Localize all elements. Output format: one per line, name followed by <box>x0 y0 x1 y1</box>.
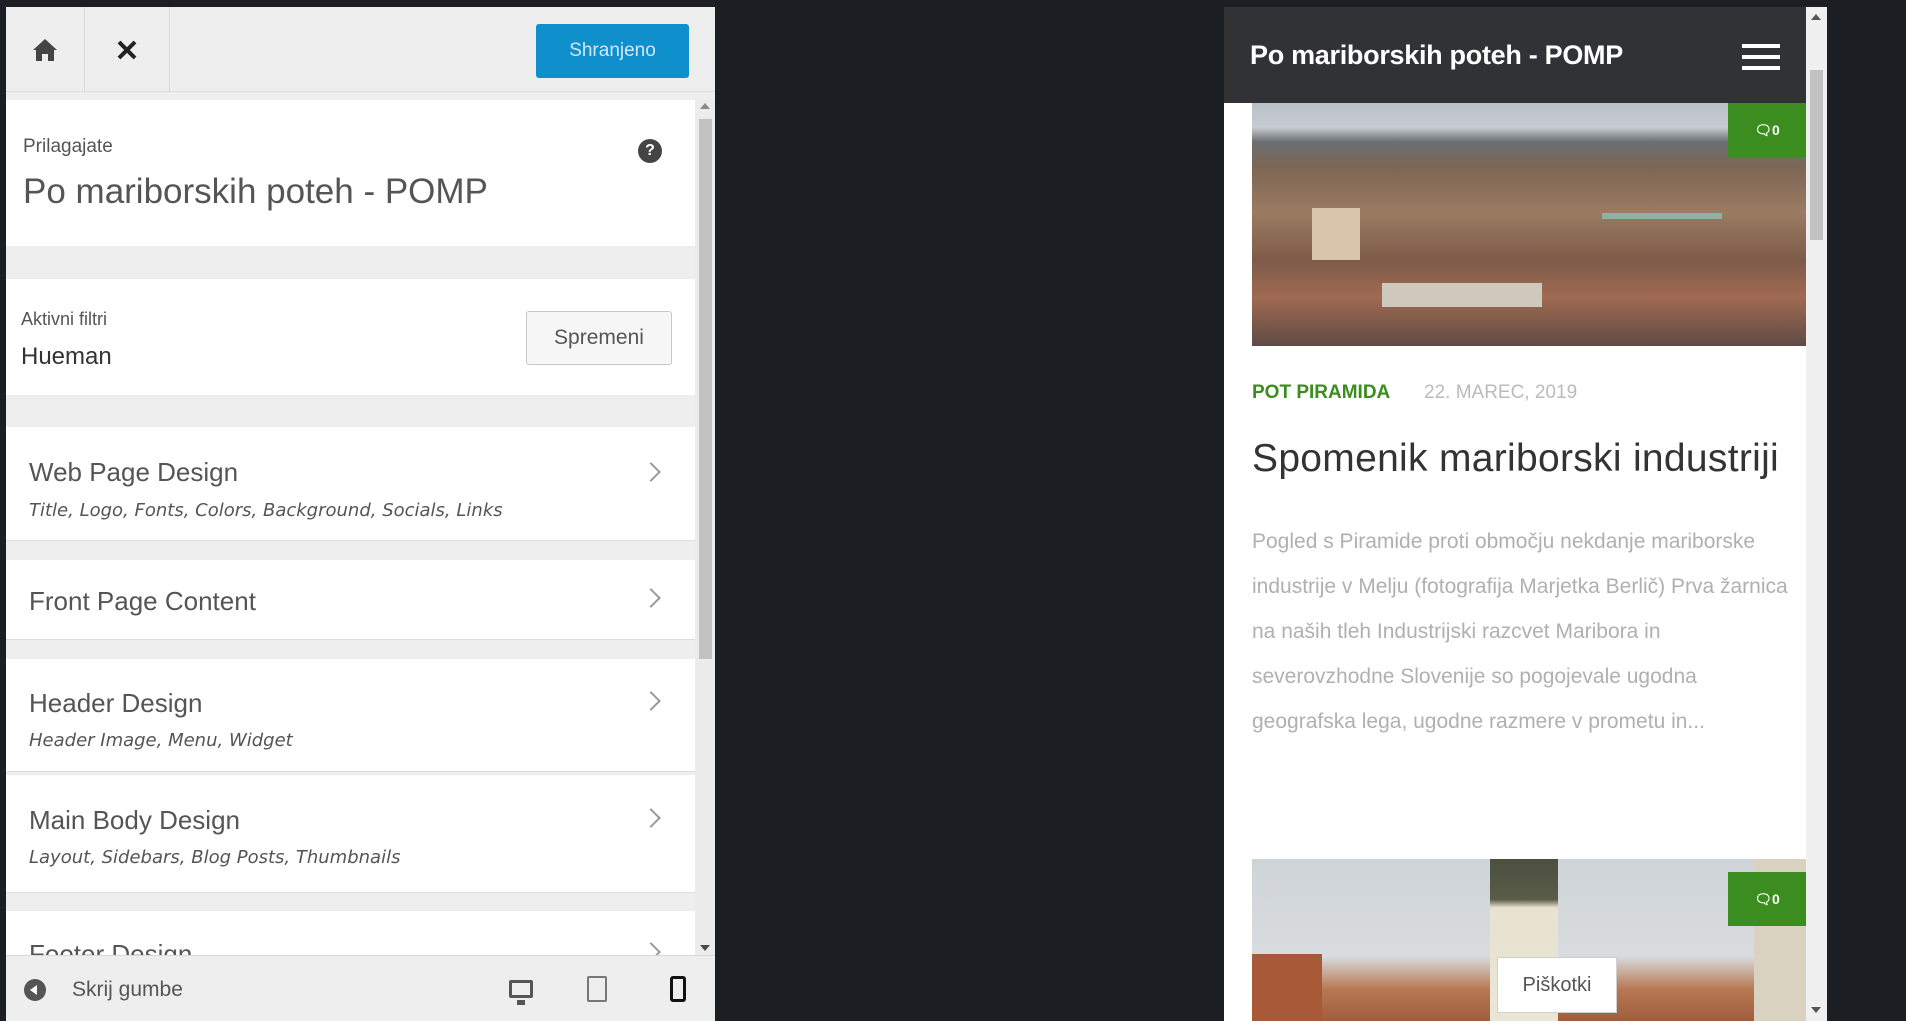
collapse-sidebar-button[interactable]: Skrij gumbe <box>72 978 183 1002</box>
post-excerpt: Pogled s Piramide proti območju nekdanje… <box>1252 530 1788 733</box>
save-button[interactable]: Shranjeno <box>536 24 689 78</box>
close-icon <box>117 40 137 59</box>
comment-count-badge[interactable]: 🗨 0 <box>1728 103 1806 157</box>
section-subtitle: Header Image, Menu, Widget <box>29 730 293 751</box>
scroll-up-arrow-icon[interactable] <box>700 103 710 109</box>
hamburger-menu-icon[interactable] <box>1742 44 1780 70</box>
site-name: Po mariborskih poteh - POMP <box>23 172 488 211</box>
section-front-page-content[interactable]: Front Page Content <box>6 560 695 640</box>
close-button[interactable] <box>85 7 170 92</box>
change-theme-button[interactable]: Spremeni <box>526 311 672 365</box>
desktop-icon[interactable] <box>509 980 533 1005</box>
scroll-up-arrow-icon[interactable] <box>1811 14 1821 20</box>
section-web-page-design[interactable]: Web Page Design Title, Logo, Fonts, Colo… <box>6 427 695 541</box>
chevron-right-icon <box>641 691 661 711</box>
chevron-right-icon <box>641 808 661 828</box>
section-main-body-design[interactable]: Main Body Design Layout, Sidebars, Blog … <box>6 775 695 893</box>
active-theme-name: Hueman <box>21 343 112 370</box>
customizing-label: Prilagajate <box>23 136 113 157</box>
cookie-button[interactable]: Piškotki <box>1497 957 1617 1013</box>
section-footer-design[interactable]: Footer Design <box>6 911 695 955</box>
collapse-icon[interactable] <box>24 979 46 1001</box>
section-title: Main Body Design <box>29 805 240 835</box>
customizer-panel: Prilagajate Po mariborskih poteh - POMP … <box>6 93 695 955</box>
customizing-info: Prilagajate Po mariborskih poteh - POMP … <box>6 100 695 246</box>
sidebar-scrollbar[interactable] <box>695 99 715 955</box>
chevron-right-icon <box>641 462 661 482</box>
comments-icon: 🗨 <box>1754 890 1772 907</box>
scrollbar-thumb[interactable] <box>1810 70 1823 240</box>
site-preview: Po mariborskih poteh - POMP 🗨 0 POT PIRA… <box>1224 7 1808 1021</box>
home-button[interactable] <box>6 7 85 92</box>
section-header-design[interactable]: Header Design Header Image, Menu, Widget <box>6 659 695 772</box>
chevron-right-icon <box>641 942 661 955</box>
post-category[interactable]: POT PIRAMIDA <box>1252 382 1390 404</box>
home-icon <box>33 38 57 61</box>
customizer-top-bar: Shranjeno <box>6 7 715 92</box>
section-title: Front Page Content <box>29 586 256 616</box>
section-title: Header Design <box>29 688 203 718</box>
scrollbar-thumb[interactable] <box>699 119 712 659</box>
tablet-icon[interactable] <box>587 976 607 1002</box>
comment-count: 0 <box>1771 891 1780 907</box>
question-icon[interactable]: ? <box>638 139 662 163</box>
section-subtitle: Layout, Sidebars, Blog Posts, Thumbnails <box>29 847 401 868</box>
section-title: Web Page Design <box>29 457 239 487</box>
site-title[interactable]: Po mariborskih poteh - POMP <box>1250 40 1623 71</box>
mobile-icon[interactable] <box>670 976 686 1002</box>
comment-count-badge[interactable]: 🗨 0 <box>1728 872 1806 926</box>
comments-icon: 🗨 <box>1754 121 1772 138</box>
active-theme-panel: Aktivni filtri Hueman Spremeni <box>6 279 695 395</box>
section-title: Footer Design <box>29 939 193 955</box>
scroll-down-arrow-icon[interactable] <box>700 945 710 951</box>
comment-count: 0 <box>1771 122 1780 138</box>
customizer-footer: Skrij gumbe <box>6 955 715 1021</box>
section-subtitle: Title, Logo, Fonts, Colors, Background, … <box>29 500 503 521</box>
chevron-right-icon <box>641 588 661 608</box>
customizer-sidebar: Shranjeno Prilagajate Po mariborskih pot… <box>6 7 715 1021</box>
site-header: Po mariborskih poteh - POMP <box>1224 7 1808 103</box>
post-title[interactable]: Spomenik mariborski industriji <box>1252 437 1779 481</box>
preview-scrollbar[interactable] <box>1806 7 1827 1021</box>
post-thumbnail[interactable] <box>1252 103 1806 346</box>
active-theme-label: Aktivni filtri <box>21 309 108 329</box>
post-date: 22. MAREC, 2019 <box>1424 382 1578 403</box>
scroll-down-arrow-icon[interactable] <box>1811 1007 1821 1013</box>
